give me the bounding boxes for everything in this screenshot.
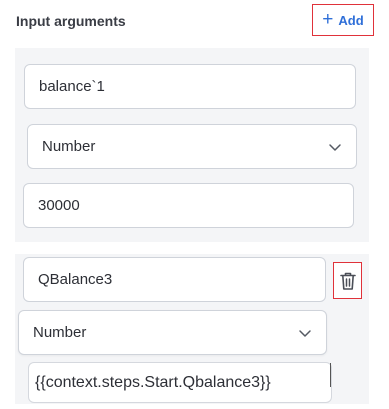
input-arguments-section: Input arguments + Add balance`1 Number 3… [0, 0, 389, 409]
section-title: Input arguments [16, 13, 126, 29]
trash-icon [339, 272, 356, 290]
argument-type-select[interactable]: Number [18, 310, 327, 355]
text-cursor [330, 363, 331, 387]
add-argument-button[interactable]: + Add [312, 4, 374, 36]
chevron-down-icon [299, 329, 311, 337]
add-button-label: Add [338, 12, 364, 28]
chevron-down-icon [329, 143, 341, 151]
argument-value-input[interactable]: 30000 [23, 183, 354, 228]
delete-argument-button[interactable] [333, 262, 362, 299]
argument-type-select[interactable]: Number [27, 124, 357, 169]
argument-value-expression-input[interactable]: {{context.steps.Start.Qbalance3}} [28, 362, 332, 403]
plus-icon: + [322, 8, 334, 30]
argument-name-input[interactable]: balance`1 [24, 64, 356, 109]
argument-name-input[interactable]: QBalance3 [23, 257, 326, 302]
